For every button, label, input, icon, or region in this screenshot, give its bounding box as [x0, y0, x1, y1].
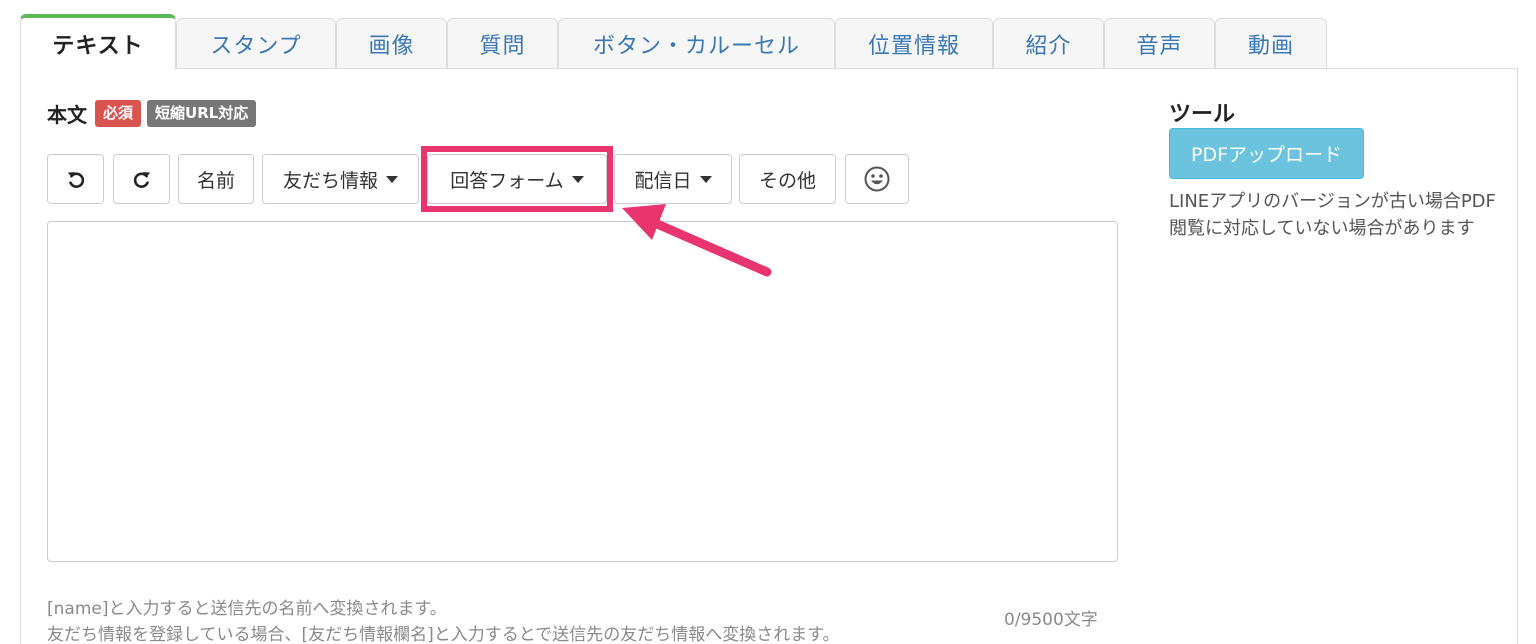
help-text-line: [name]と入力すると送信先の名前へ変換されます。	[47, 599, 447, 619]
answer-form-dropdown[interactable]: 回答フォーム	[427, 154, 607, 204]
pdf-upload-button[interactable]: PDFアップロード	[1169, 128, 1364, 179]
tab-location[interactable]: 位置情報	[835, 18, 993, 69]
redo-icon	[133, 172, 150, 188]
tab-audio[interactable]: 音声	[1104, 18, 1215, 69]
caret-down-icon	[386, 175, 398, 183]
tab-video[interactable]: 動画	[1215, 18, 1327, 69]
character-counter: 0/9500文字	[1004, 610, 1098, 630]
tab-question[interactable]: 質問	[447, 18, 558, 69]
insert-name-button[interactable]: 名前	[178, 154, 254, 204]
help-text-line: 友だち情報を登録している場合、[友だち情報欄名]と入力するとで送信先の友だち情報…	[47, 625, 840, 644]
message-body-textarea[interactable]	[47, 221, 1118, 562]
message-type-tabs: テキスト スタンプ 画像 質問 ボタン・カルーセル 位置情報 紹介 音声 動画	[20, 14, 1520, 70]
tab-button-carousel[interactable]: ボタン・カルーセル	[558, 18, 835, 69]
tab-text[interactable]: テキスト	[20, 14, 176, 70]
caret-down-icon	[699, 175, 712, 183]
pointer-arrow-annotation	[622, 204, 772, 277]
smiley-icon	[864, 166, 890, 192]
body-label-row: 本文 必須 短縮URL対応	[47, 98, 262, 128]
body-label: 本文	[47, 102, 87, 127]
pdf-note: LINEアプリのバージョンが古い場合PDF閲覧に対応していない場合があります	[1169, 191, 1496, 239]
tab-image[interactable]: 画像	[336, 18, 447, 69]
tab-stamp[interactable]: スタンプ	[176, 18, 336, 69]
redo-button[interactable]	[113, 154, 170, 204]
tools-heading: ツール	[1169, 102, 1236, 127]
message-editor-screen: テキスト スタンプ 画像 質問 ボタン・カルーセル 位置情報 紹介 音声 動画 …	[0, 0, 1536, 644]
emoji-button[interactable]	[845, 154, 909, 204]
tab-introduction[interactable]: 紹介	[993, 18, 1104, 69]
short-url-badge: 短縮URL対応	[147, 99, 257, 127]
undo-button[interactable]	[47, 154, 104, 204]
caret-down-icon	[571, 175, 584, 183]
required-badge: 必須	[95, 99, 142, 127]
undo-icon	[67, 172, 84, 188]
help-text: [name]と入力すると送信先の名前へ変換されます。 友だち情報を登録している場…	[47, 596, 840, 644]
friend-info-dropdown[interactable]: 友だち情報	[262, 154, 419, 204]
